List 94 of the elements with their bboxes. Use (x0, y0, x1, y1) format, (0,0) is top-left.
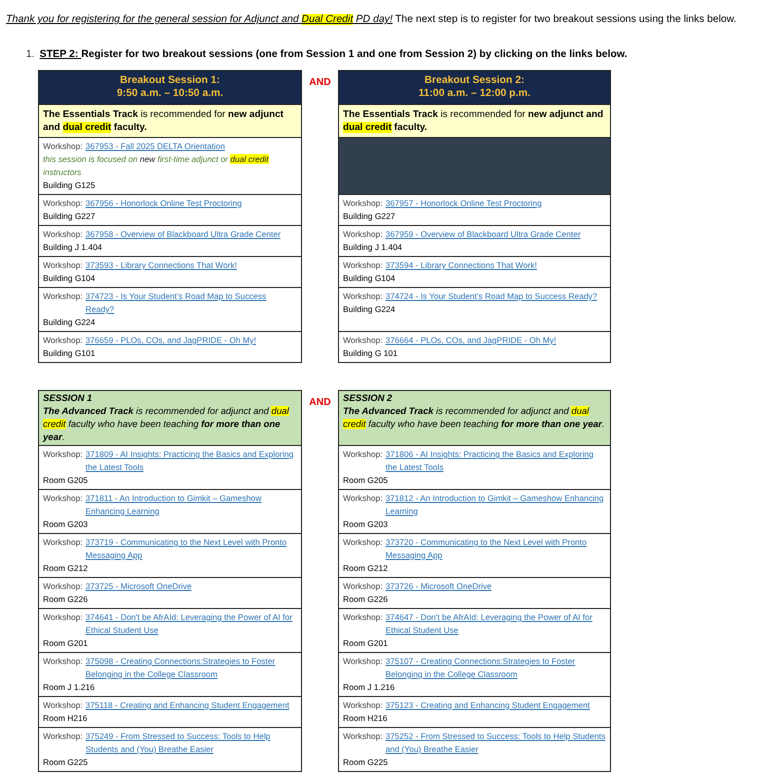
session-note: this session is focused on new first-time adjunct or dual credit instructors (43, 152, 270, 179)
workshop-label: Workshop: (343, 492, 383, 505)
location-text: Room G226 (343, 592, 389, 606)
workshop-link[interactable]: 371806 - AI Insights: Practicing the Basics and Exploring the Latest Tools (386, 448, 606, 474)
location-text: Room J 1.216 (43, 680, 96, 694)
workshop-label: Workshop: (43, 448, 83, 461)
track-description: The Advanced Track is recommended for adjunct and dual credit faculty who have been teaching for more than one year. (43, 404, 290, 444)
and-label: AND (309, 396, 331, 408)
workshop-link[interactable]: 374724 - Is Your Student’s Road Map to Success Ready? (386, 290, 598, 303)
location-text: Building J 1.404 (43, 240, 104, 254)
workshop-link[interactable]: 373719 - Communicating to the Next Level with Pronto Messaging App (86, 536, 297, 562)
location-text: Building G224 (43, 316, 96, 329)
location-text: Room G201 (43, 636, 89, 650)
workshop-label: Workshop: (343, 448, 383, 461)
workshop-label: Workshop: (343, 610, 383, 624)
location-text: Room H216 (343, 712, 388, 725)
workshop-link[interactable]: 376659 - PLOs, COs, and JagPRIDE - Oh My! (86, 334, 256, 347)
workshop-link[interactable]: 375123 - Creating and Enhancing Student Engagement (386, 698, 590, 712)
location-text: Room G225 (343, 756, 389, 769)
workshop-label: Workshop: (43, 196, 83, 210)
location-text: Building G125 (43, 178, 96, 192)
location-text: Building J 1.404 (343, 240, 404, 254)
workshop-link[interactable]: 373594 - Library Connections That Work! (386, 258, 537, 272)
workshop-label: Workshop: (43, 258, 83, 272)
workshop-link[interactable]: 367958 - Overview of Blackboard Ultra Grade Center (86, 228, 281, 241)
workshop-label: Workshop: (43, 536, 83, 549)
workshop-link[interactable]: 373725 - Microsoft OneDrive (86, 580, 192, 593)
workshop-label: Workshop: (43, 580, 83, 593)
list-number: 1. (26, 48, 35, 62)
location-text: Room G226 (43, 592, 89, 606)
workshop-link[interactable]: 376664 - PLOs, COs, and JagPRIDE - Oh My! (386, 334, 556, 347)
location-text: Room G212 (43, 562, 89, 575)
workshop-link[interactable]: 371812 - An Introduction to Gimkit – Gameshow Enhancing Learning (386, 492, 606, 518)
workshop-link[interactable]: 373720 - Communicating to the Next Level with Pronto Messaging App (386, 536, 606, 562)
workshop-label: Workshop: (43, 290, 83, 303)
workshop-label: Workshop: (43, 730, 83, 743)
session-title: SESSION 2 (343, 392, 394, 405)
location-text: Room G203 (343, 518, 389, 531)
track-description: The Advanced Track is recommended for adjunct and dual credit faculty who have been teaching for more than one year. (343, 404, 606, 431)
session-heading: Breakout Session 1: 9:50 a.m. – 10:50 a.m. (38, 70, 302, 105)
workshop-label: Workshop: (343, 536, 383, 549)
workshop-label: Workshop: (343, 334, 383, 347)
location-text: Building G104 (43, 272, 96, 285)
location-text: Room G205 (43, 474, 89, 487)
workshop-label: Workshop: (43, 228, 83, 241)
workshop-label: Workshop: (343, 580, 383, 593)
workshop-label: Workshop: (343, 654, 383, 668)
location-text: Room J 1.216 (343, 680, 396, 694)
step-instruction: STEP 2: Register for two breakout sessions (one from Session 1 and one from Session 2) by clicking on the links below. (40, 48, 628, 62)
workshop-link[interactable]: 374647 - Don't be AfrAId: Leveraging the Power of AI for Ethical Student Use (386, 610, 606, 637)
track-description: The Essentials Track is recommended for new adjunct and dual credit faculty. (38, 104, 302, 138)
workshop-label: Workshop: (343, 730, 383, 743)
workshop-label: Workshop: (343, 698, 383, 712)
and-label: AND (309, 76, 331, 88)
workshop-link[interactable]: 367953 - Fall 2025 DELTA Orientation (86, 140, 225, 153)
workshop-label: Workshop: (43, 492, 83, 505)
location-text: Building G101 (43, 346, 96, 360)
workshop-label: Workshop: (43, 654, 83, 668)
workshop-label: Workshop: (43, 610, 83, 624)
session-heading: Breakout Session 2: 11:00 a.m. – 12:00 p.m. (338, 70, 611, 105)
workshop-link[interactable]: 373593 - Library Connections That Work! (86, 258, 237, 272)
workshop-link[interactable]: 367957 - Honorlock Online Test Proctoring (386, 196, 542, 210)
location-text: Building G227 (343, 210, 396, 223)
workshop-label: Workshop: (343, 258, 383, 272)
workshop-label: Workshop: (343, 196, 383, 210)
location-text: Building G227 (43, 210, 96, 223)
location-text: Room G203 (43, 518, 89, 531)
location-text: Room H216 (43, 712, 88, 725)
workshop-link[interactable]: 375118 - Creating and Enhancing Student Engagement (86, 698, 290, 712)
workshop-link[interactable]: 375107 - Creating Connections:Strategies to Foster Belonging in the College Classroom (386, 654, 606, 681)
workshop-link[interactable]: 375098 - Creating Connections:Strategies to Foster Belonging in the College Classroom (86, 654, 297, 681)
session-title: SESSION 1 (43, 392, 94, 405)
workshop-link[interactable]: 373726 - Microsoft OneDrive (386, 580, 492, 593)
location-text: Room G205 (343, 474, 389, 487)
workshop-link[interactable]: 371809 - AI Insights: Practicing the Basics and Exploring the Latest Tools (86, 448, 297, 474)
workshop-label: Workshop: (343, 290, 383, 303)
workshop-label: Workshop: (43, 334, 83, 347)
workshop-label: Workshop: (43, 698, 83, 712)
location-text: Building G 101 (343, 346, 398, 360)
workshop-label: Workshop: (43, 140, 83, 153)
location-text: Building G104 (343, 272, 396, 285)
workshop-link[interactable]: 374641 - Don't be AfrAId: Leveraging the Power of AI for Ethical Student Use (86, 610, 297, 637)
location-text: Room G201 (343, 636, 389, 650)
workshop-label: Workshop: (343, 228, 383, 241)
location-text: Room G212 (343, 562, 389, 575)
workshop-link[interactable]: 375252 - From Stressed to Success: Tools to Help Students and (You) Breathe Easier (386, 730, 606, 756)
location-text: Building G224 (343, 302, 396, 316)
workshop-link[interactable]: 367956 - Honorlock Online Test Proctoring (86, 196, 242, 210)
workshop-link[interactable]: 371811 - An Introduction to Gimkit – Gameshow Enhancing Learning (86, 492, 297, 518)
workshop-link[interactable]: 367959 - Overview of Blackboard Ultra Grade Center (386, 228, 581, 241)
workshop-link[interactable]: 374723 - Is Your Student’s Road Map to Success Ready? (86, 290, 297, 316)
workshop-link[interactable]: 375249 - From Stressed to Success: Tools to Help Students and (You) Breathe Easier (86, 730, 297, 756)
location-text: Room G225 (43, 756, 89, 769)
track-description: The Essentials Track is recommended for new adjunct and dual credit faculty. (338, 104, 611, 138)
